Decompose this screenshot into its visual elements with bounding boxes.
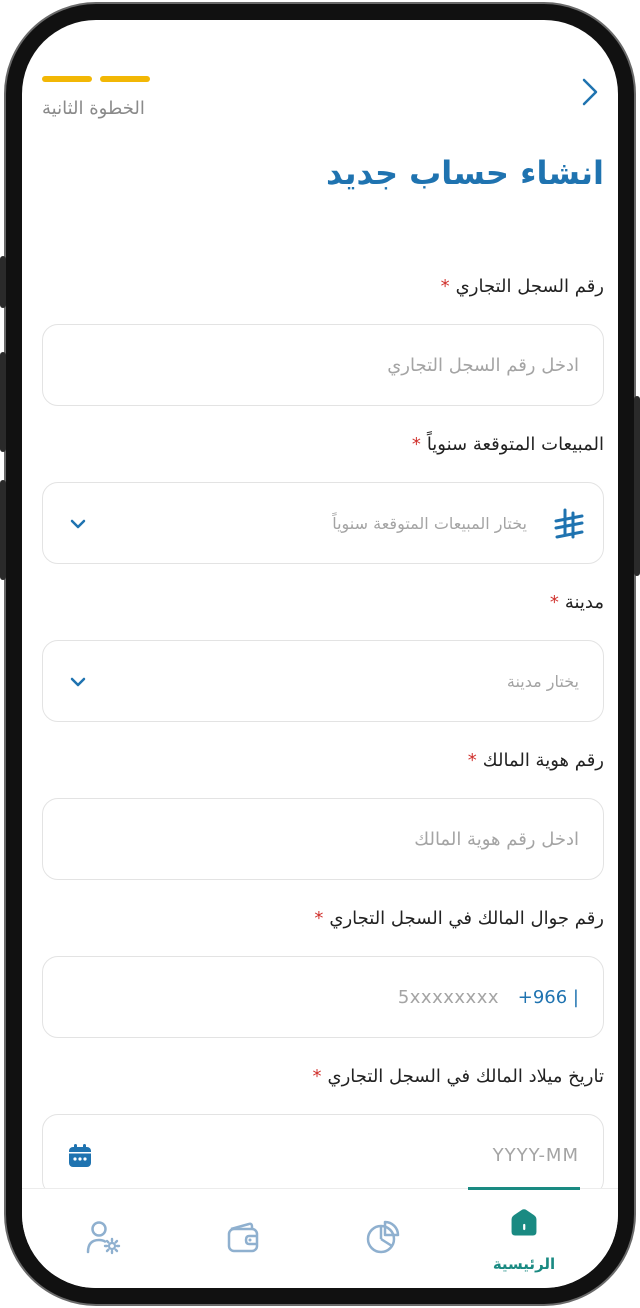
cr-number-placeholder: ادخل رقم السجل التجاري (387, 354, 579, 376)
step-indicator (42, 76, 92, 82)
cr-number-label: رقم السجل التجاري* (441, 276, 604, 297)
country-code-prefix: +966 | (517, 986, 579, 1008)
riyal-icon (554, 508, 584, 539)
home-icon (511, 1209, 537, 1236)
nav-item-wallet[interactable] (188, 1189, 298, 1288)
required-mark: * (314, 908, 324, 929)
annual-sales-select[interactable]: يختار المبيعات المتوقعة سنوياً (42, 482, 604, 564)
city-placeholder: يختار مدينة (506, 671, 579, 691)
chevron-down-icon (70, 519, 86, 529)
owner-id-placeholder: ادخل رقم هوية المالك (414, 828, 579, 850)
required-mark: * (440, 276, 450, 297)
required-mark: * (549, 592, 559, 613)
wallet-icon (227, 1222, 259, 1253)
bottom-navigation: الرئيسية (22, 1187, 618, 1288)
step-progress (42, 76, 150, 82)
owner-id-label: رقم هوية المالك* (468, 750, 604, 771)
city-label: مدينة* (550, 592, 604, 613)
owner-mobile-input[interactable]: +966 | 5xxxxxxxx (42, 956, 604, 1038)
pie-chart-icon (366, 1220, 400, 1254)
nav-item-reports[interactable] (328, 1189, 438, 1288)
page-title: انشاء حساب جديد (325, 154, 604, 192)
required-mark: * (411, 434, 421, 455)
phone-side-button (0, 352, 6, 452)
nav-item-home-label: الرئيسية (492, 1255, 556, 1273)
owner-birthdate-input[interactable]: YYYY-MM (42, 1114, 604, 1196)
owner-birthdate-placeholder: YYYY-MM (492, 1144, 579, 1166)
owner-birthdate-label-text: تاريخ ميلاد المالك في السجل التجاري (327, 1066, 605, 1087)
owner-birthdate-label: تاريخ ميلاد المالك في السجل التجاري* (313, 1066, 605, 1087)
owner-mobile-placeholder: 5xxxxxxxx (397, 986, 499, 1008)
owner-id-input[interactable]: ادخل رقم هوية المالك (42, 798, 604, 880)
annual-sales-label-text: المبيعات المتوقعة سنوياً (426, 434, 604, 455)
annual-sales-placeholder: يختار المبيعات المتوقعة سنوياً (332, 513, 527, 533)
chevron-down-icon (70, 677, 86, 687)
owner-mobile-label: رقم جوال المالك في السجل التجاري* (314, 908, 604, 929)
phone-side-button (634, 396, 640, 576)
calendar-icon[interactable] (67, 1143, 93, 1169)
phone-side-button (0, 256, 6, 308)
back-button[interactable] (578, 72, 602, 112)
city-label-text: مدينة (564, 592, 604, 613)
required-mark: * (312, 1066, 322, 1087)
required-mark: * (467, 750, 477, 771)
chevron-right-icon (582, 78, 598, 106)
nav-item-home[interactable]: الرئيسية (469, 1189, 579, 1288)
cr-number-input[interactable]: ادخل رقم السجل التجاري (42, 324, 604, 406)
step-label: الخطوة الثانية (42, 98, 145, 119)
owner-mobile-label-text: رقم جوال المالك في السجل التجاري (329, 908, 604, 929)
step-indicator (100, 76, 150, 82)
annual-sales-label: المبيعات المتوقعة سنوياً* (412, 434, 604, 455)
cr-number-label-text: رقم السجل التجاري (455, 276, 604, 297)
owner-id-label-text: رقم هوية المالك (482, 750, 604, 771)
screen: الخطوة الثانية انشاء حساب جديد رقم السجل… (22, 20, 618, 1288)
user-settings-icon (86, 1221, 121, 1255)
city-select[interactable]: يختار مدينة (42, 640, 604, 722)
nav-item-account[interactable] (48, 1189, 158, 1288)
phone-side-button (0, 480, 6, 580)
